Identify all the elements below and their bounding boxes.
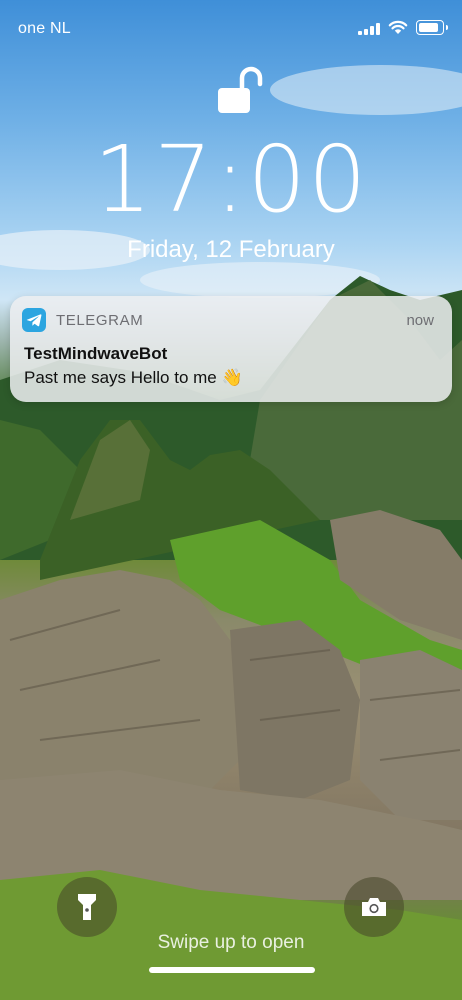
camera-button[interactable] [344,877,404,937]
swipe-hint: Swipe up to open [157,932,305,953]
home-indicator[interactable] [149,967,315,973]
notification-app-name: TELEGRAM [56,312,144,329]
unlocked-padlock-icon [218,66,263,113]
notification-body: Past me says Hello to me 👋 [24,368,243,387]
battery-icon [416,20,448,35]
clock-time: 17:00 [93,126,369,233]
lock-screen: one NL 17:00 Friday, 12 February TELEGRA… [0,0,462,1000]
cellular-signal-icon [358,23,380,35]
flashlight-icon [78,894,96,920]
notification-title: TestMindwaveBot [24,344,168,363]
notification-time: now [406,312,434,329]
clock-date: Friday, 12 February [127,236,335,263]
battery-level [419,23,438,32]
carrier-name: one NL [18,20,71,37]
status-bar: one NL [0,0,462,52]
telegram-notification[interactable]: TELEGRAM now TestMindwaveBot Past me say… [10,296,452,402]
telegram-icon [22,308,46,332]
camera-icon [362,898,386,916]
flashlight-button[interactable] [57,877,117,937]
wifi-icon [388,20,408,34]
